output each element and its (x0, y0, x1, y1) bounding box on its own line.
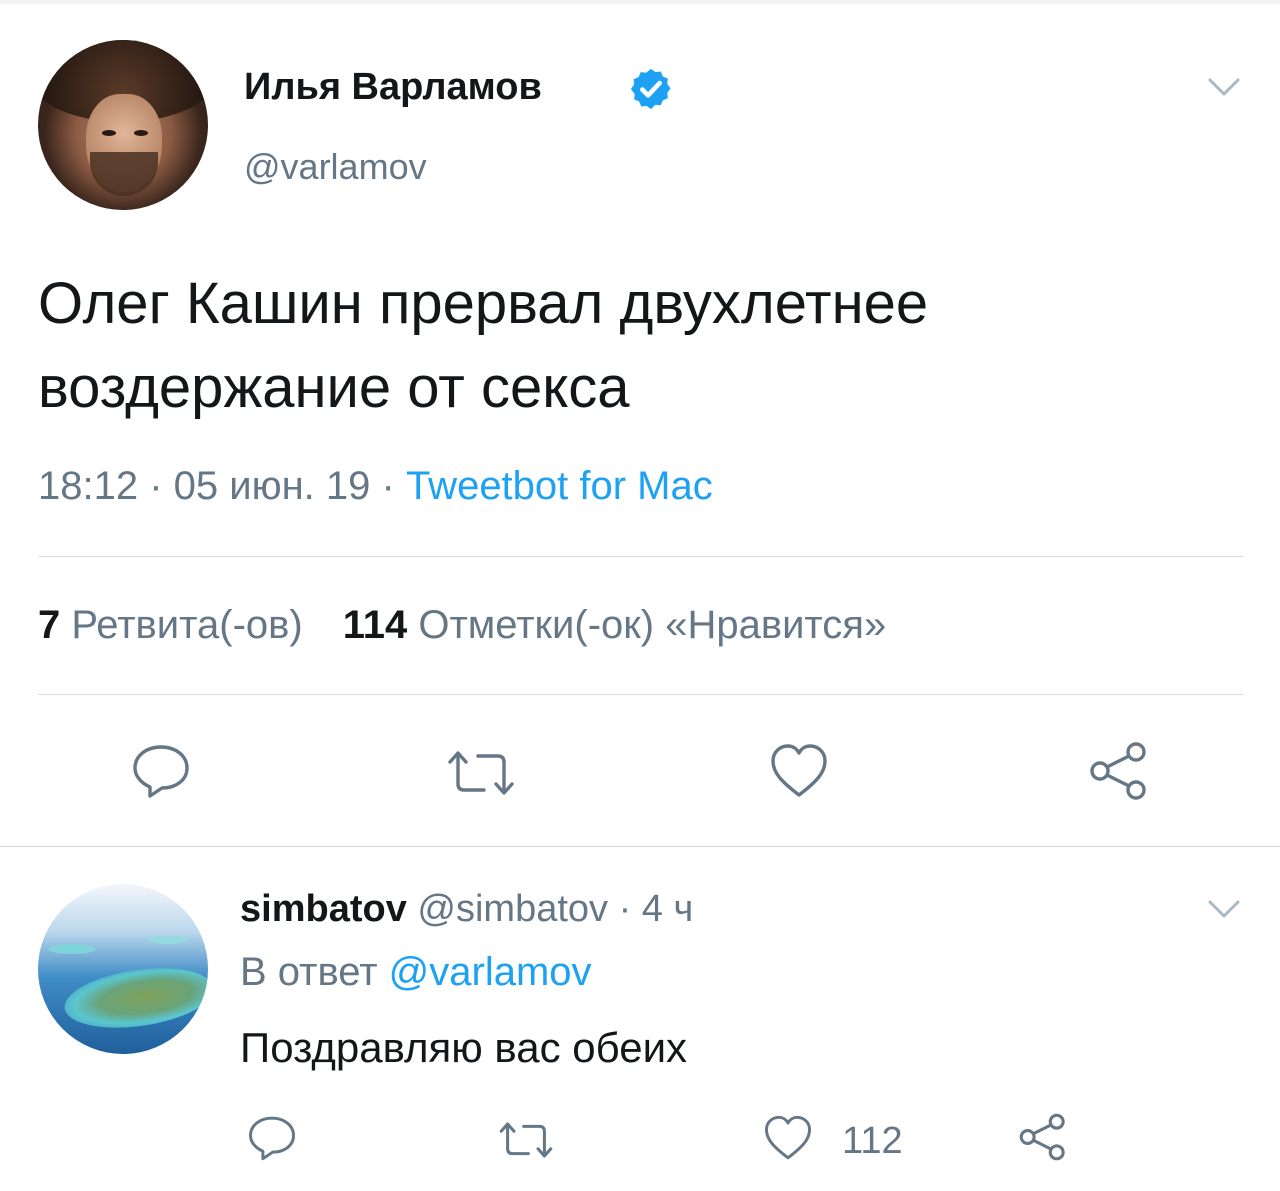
reply-text: Поздравляю вас обеих (240, 1024, 688, 1071)
retweet-icon (448, 751, 514, 795)
author-name[interactable]: Илья Варламов (244, 66, 542, 109)
avatar-eye (102, 130, 116, 136)
like-button[interactable] (768, 742, 830, 800)
reply-time: · 4 ч (608, 888, 694, 930)
in-reply-to: В ответ @varlamov (240, 950, 592, 995)
in-reply-to-label: В ответ (240, 950, 389, 994)
chevron-down-icon[interactable] (1206, 74, 1242, 100)
reply-like-button[interactable] (762, 1114, 814, 1162)
tweet-source-link[interactable]: Tweetbot for Mac (406, 464, 713, 508)
reply-header: simbatov @simbatov · 4 ч (240, 888, 693, 931)
avatar-island (60, 959, 208, 1037)
avatar-island (48, 944, 96, 954)
reply-author-handle[interactable]: @simbatov (417, 888, 608, 930)
reply-button[interactable] (130, 742, 192, 800)
reply-author-name[interactable]: simbatov (240, 888, 407, 930)
avatar-eye (134, 130, 148, 136)
tweet-text: Олег Кашин прервал двухлетнее воздержани… (38, 271, 929, 420)
author-handle[interactable]: @varlamov (244, 146, 427, 188)
retweets-label: Ретвита(-ов) (71, 603, 303, 647)
retweets-count: 7 (38, 603, 61, 647)
reply-icon (248, 1116, 296, 1161)
likes-stat[interactable]: 114 Отметки(-ок) «Нравится» (343, 603, 887, 647)
share-icon (1019, 1113, 1065, 1161)
reply-share-button[interactable] (1016, 1112, 1070, 1162)
reply-retweet-button[interactable] (498, 1120, 554, 1160)
tweet-stats: 7 Ретвита(-ов) 114 Отметки(-ок) «Нравится… (38, 603, 886, 648)
reply-icon (133, 745, 189, 798)
retweet-button[interactable] (446, 748, 516, 798)
likes-count: 114 (342, 603, 408, 647)
tweet-timestamp: 18:12 · 05 июн. 19 · (38, 464, 406, 508)
chevron-down-icon[interactable] (1206, 896, 1242, 922)
divider (38, 694, 1243, 695)
in-reply-to-mention[interactable]: @varlamov (389, 950, 592, 994)
reply-like-count: 112 (842, 1120, 903, 1162)
share-button[interactable] (1086, 740, 1152, 802)
thread-divider (0, 846, 1280, 847)
like-icon (771, 744, 827, 797)
reply-reply-button[interactable] (246, 1114, 298, 1162)
like-icon (764, 1115, 812, 1160)
reply-author-avatar[interactable] (38, 884, 208, 1054)
avatar-beard (90, 152, 158, 196)
top-divider (0, 0, 1280, 4)
retweet-icon (499, 1122, 553, 1158)
divider (38, 556, 1243, 557)
avatar-island (148, 936, 188, 944)
verified-badge-icon (630, 68, 671, 110)
share-icon (1090, 742, 1146, 800)
retweets-stat[interactable]: 7 Ретвита(-ов) (38, 603, 303, 647)
author-avatar[interactable] (38, 40, 208, 210)
likes-label: Отметки(-ок) «Нравится» (418, 603, 887, 647)
tweet-meta: 18:12 · 05 июн. 19 · Tweetbot for Mac (38, 464, 713, 509)
